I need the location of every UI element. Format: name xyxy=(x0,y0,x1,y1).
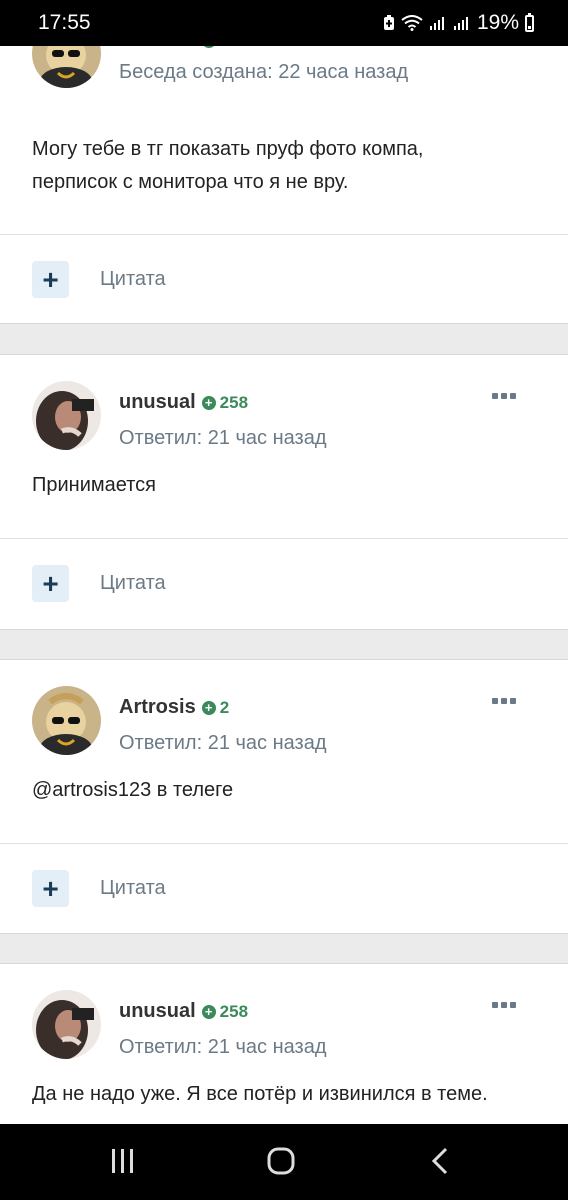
post-actions: + Цитата xyxy=(0,538,568,629)
post: Artrosis + 2 Беседа создана: 22 часа наз… xyxy=(0,0,568,324)
reputation-badge: + 2 xyxy=(201,697,230,718)
signal-icon xyxy=(429,17,444,30)
reputation-badge: + 258 xyxy=(201,1001,249,1022)
post-header: unusual + 258 Ответил: 21 час назад xyxy=(0,355,568,455)
author-info: unusual + 258 xyxy=(119,391,248,414)
avatar[interactable] xyxy=(32,990,101,1059)
post: unusual + 258 Ответил: 21 час назад Прин… xyxy=(0,354,568,630)
plus-circle-icon: + xyxy=(201,395,216,410)
ellipsis-icon xyxy=(492,1002,516,1008)
post-content: @artrosis123 в телеге xyxy=(0,774,568,807)
ellipsis-icon xyxy=(492,698,516,704)
post-meta: Беседа создана: 22 часа назад xyxy=(119,61,409,83)
post-header: unusual + 258 Ответил: 21 час назад xyxy=(0,964,568,1064)
post-content-line: @artrosis123 в телеге xyxy=(32,779,234,801)
post: Artrosis + 2 Ответил: 21 час назад @artr… xyxy=(0,659,568,934)
quote-button[interactable]: Цитата xyxy=(100,268,166,291)
ellipsis-icon xyxy=(492,393,516,399)
battery-saver-icon xyxy=(383,15,394,30)
wifi-icon xyxy=(401,15,423,31)
post-content: Да не надо уже. Я все потёр и извинился … xyxy=(0,1078,568,1111)
author-info: Artrosis + 2 xyxy=(119,696,229,719)
avatar[interactable] xyxy=(32,381,101,450)
status-indicators: 19% xyxy=(383,11,534,35)
more-options-button[interactable] xyxy=(492,1002,516,1008)
reputation-count: 258 xyxy=(219,1001,249,1021)
post-content: Принимается xyxy=(0,469,568,502)
quote-button[interactable]: Цитата xyxy=(100,572,166,595)
add-button[interactable]: + xyxy=(32,565,69,602)
author-name[interactable]: unusual xyxy=(119,391,196,414)
quote-button[interactable]: Цитата xyxy=(100,877,166,900)
status-icons xyxy=(383,15,471,31)
author-name[interactable]: Artrosis xyxy=(119,696,196,719)
post-content-line: Принимается xyxy=(32,474,156,496)
back-button[interactable] xyxy=(426,1146,456,1181)
author-info: unusual + 258 xyxy=(119,1000,248,1023)
reputation-count: 258 xyxy=(219,392,249,412)
battery-percent: 19% xyxy=(476,11,519,34)
post-header: Artrosis + 2 Ответил: 21 час назад xyxy=(0,660,568,760)
recent-apps-button[interactable] xyxy=(108,1146,138,1181)
post-meta: Ответил: 21 час назад xyxy=(119,1036,327,1058)
home-icon xyxy=(267,1147,295,1175)
recent-apps-icon xyxy=(112,1149,133,1173)
home-button[interactable] xyxy=(266,1146,296,1181)
post-meta: Ответил: 21 час назад xyxy=(119,427,327,449)
more-options-button[interactable] xyxy=(492,393,516,399)
system-navigation-bar xyxy=(0,1124,568,1200)
plus-circle-icon: + xyxy=(201,1004,216,1019)
signal-icon-2 xyxy=(453,17,468,30)
post-meta: Ответил: 21 час назад xyxy=(119,732,327,754)
back-icon xyxy=(431,1147,448,1175)
reputation-count: 2 xyxy=(219,697,230,717)
more-options-button[interactable] xyxy=(492,698,516,704)
plus-circle-icon: + xyxy=(201,700,216,715)
post-content-line: Могу тебе в тг показать пруф фото компа, xyxy=(32,138,424,160)
author-name[interactable]: unusual xyxy=(119,1000,196,1023)
battery-icon xyxy=(525,12,534,32)
post-content: Могу тебе в тг показать пруф фото компа,… xyxy=(0,133,568,199)
reputation-badge: + 258 xyxy=(201,392,249,413)
add-button[interactable]: + xyxy=(32,870,69,907)
status-time: 17:55 xyxy=(38,11,91,34)
status-bar: 17:55 19% xyxy=(0,0,568,46)
post-content-line: перписок с монитора что я не вру. xyxy=(32,171,349,193)
avatar[interactable] xyxy=(32,686,101,755)
add-button[interactable]: + xyxy=(32,261,69,298)
post-actions: + Цитата xyxy=(0,843,568,934)
post-actions: + Цитата xyxy=(0,234,568,325)
post-content-line: Да не надо уже. Я все потёр и извинился … xyxy=(32,1083,488,1105)
